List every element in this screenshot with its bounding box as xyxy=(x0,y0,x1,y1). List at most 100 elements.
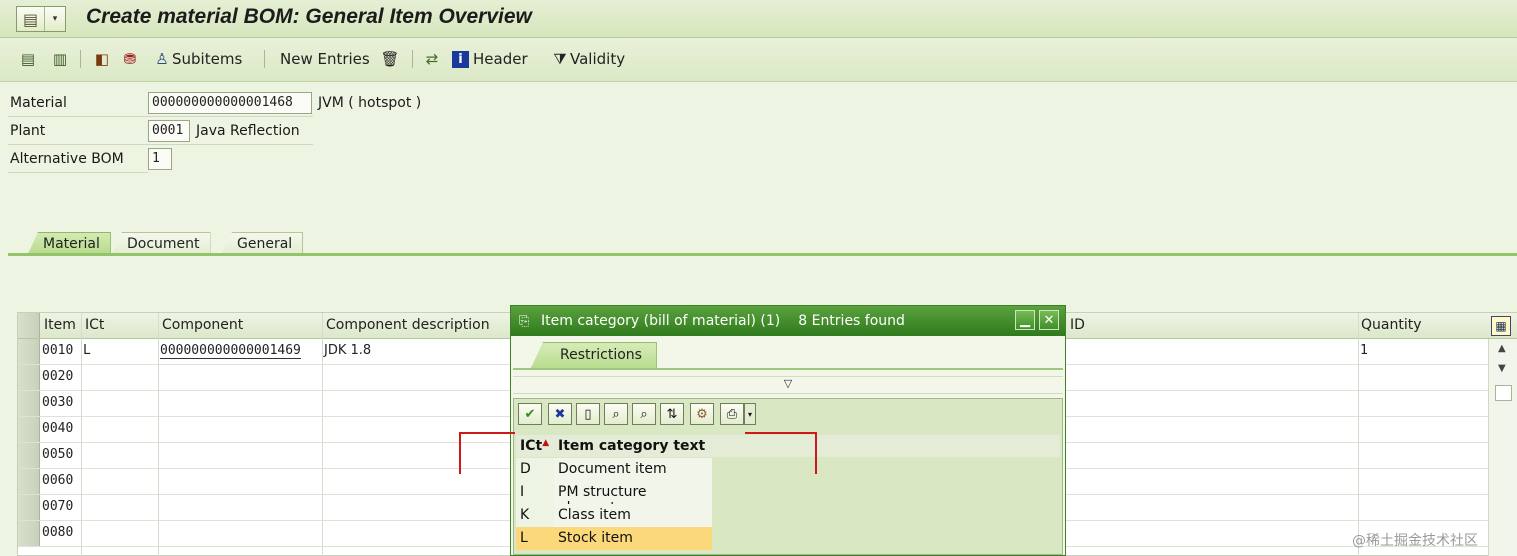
item-cell[interactable]: 0050 xyxy=(42,447,73,462)
tab-restrictions[interactable]: Restrictions xyxy=(531,342,657,368)
new-entries-label: New Entries xyxy=(280,50,370,68)
row-selector[interactable] xyxy=(18,339,40,364)
replace-button[interactable]: ⇄ xyxy=(422,47,442,71)
annotation-line xyxy=(459,432,515,434)
item-cell[interactable]: 0010 xyxy=(42,343,73,358)
system-menu-button[interactable]: ▤ ▾ xyxy=(16,6,66,32)
delete-button[interactable]: 🗑 xyxy=(380,47,400,71)
entry-text-selected[interactable]: Stock item xyxy=(554,527,712,550)
item-cell[interactable]: 0060 xyxy=(42,473,73,488)
ict-cell[interactable]: L xyxy=(83,343,91,358)
vertical-scrollbar[interactable]: ▲ ▼ xyxy=(1488,339,1517,556)
entry-code[interactable]: I xyxy=(516,481,554,504)
sort-ascending-icon: ▲ xyxy=(542,438,550,448)
checkmark-icon[interactable]: ✔ xyxy=(518,403,542,425)
component-description-cell: JDK 1.8 xyxy=(324,343,372,358)
next-screen-button[interactable]: ▥ xyxy=(50,47,70,71)
plant-description: Java Reflection xyxy=(196,123,300,139)
col-quantity[interactable]: Quantity xyxy=(1361,317,1422,333)
row-selector[interactable] xyxy=(18,417,40,442)
item-cell[interactable]: 0080 xyxy=(42,525,73,540)
row-selector[interactable] xyxy=(18,521,40,546)
application-toolbar: ▤ ▥ ◧ ⛃ ♙ Subitems New Entries 🗑 ⇄ i Heade… xyxy=(0,38,1517,82)
entry-code[interactable]: D xyxy=(516,458,554,481)
title-bar: ▤ ▾ Create material BOM: General Item Ov… xyxy=(0,0,1517,38)
plant-label: Plant xyxy=(10,123,46,139)
exchange-icon: ⇄ xyxy=(425,50,439,68)
select-all-cell[interactable] xyxy=(18,313,40,338)
find-next-icon[interactable]: ⌕ xyxy=(632,403,656,425)
ict-header-label: ICt xyxy=(520,438,543,454)
plant-field[interactable]: 0001 xyxy=(148,120,190,142)
expand-restrictions-icon[interactable]: ▽ xyxy=(513,376,1063,394)
new-entries-button[interactable]: New Entries xyxy=(280,47,370,71)
find-icon[interactable]: ⌕ xyxy=(604,403,628,425)
print-options-icon[interactable]: ▾ xyxy=(744,403,756,425)
col-component[interactable]: Component xyxy=(162,317,243,333)
stamp-button[interactable]: ⛃ xyxy=(120,47,140,71)
window-icon: ⎘ xyxy=(519,313,530,329)
minimize-icon[interactable]: ▁ xyxy=(1015,310,1035,330)
hit-list: ✔ ✖ ▯ ⌕ ⌕ ⇅ ⚙ ⎙ ▾ ICt▲ Item category tex… xyxy=(513,398,1063,555)
stamp-icon: ⛃ xyxy=(123,50,137,68)
header-label: Header xyxy=(473,50,528,68)
item-cell[interactable]: 0030 xyxy=(42,395,73,410)
print-icon[interactable]: ⎙ xyxy=(720,403,744,425)
header-button[interactable]: i Header xyxy=(452,47,528,71)
material-field[interactable]: 000000000000001468 xyxy=(148,92,312,114)
tab-material[interactable]: Material xyxy=(28,232,111,254)
material-label: Material xyxy=(10,95,67,111)
trash-icon: 🗑 xyxy=(380,50,400,68)
validity-label: Validity xyxy=(570,50,626,68)
person-icon: ♙ xyxy=(155,50,169,68)
sort-icon[interactable]: ⇅ xyxy=(660,403,684,425)
page-title: Create material BOM: General Item Overvi… xyxy=(86,5,532,28)
new-document-icon[interactable]: ▯ xyxy=(576,403,600,425)
row-selector[interactable] xyxy=(18,365,40,390)
personal-list-icon[interactable]: ⚙ xyxy=(690,403,714,425)
subitems-button[interactable]: ♙ Subitems xyxy=(152,47,242,71)
close-icon[interactable]: ✕ xyxy=(1039,310,1059,330)
alternative-bom-field[interactable]: 1 xyxy=(148,148,172,170)
row-selector[interactable] xyxy=(18,391,40,416)
subitems-label: Subitems xyxy=(172,50,243,68)
validity-button[interactable]: ⧩ Validity xyxy=(550,47,625,71)
entry-text[interactable]: PM structure element xyxy=(554,481,712,516)
entry-text[interactable]: Class item xyxy=(554,504,712,527)
component-cell[interactable]: 000000000000001469 xyxy=(160,343,301,359)
col-ict-header[interactable]: ICt▲ xyxy=(516,435,554,457)
item-cell[interactable]: 0070 xyxy=(42,499,73,514)
tab-document[interactable]: Document xyxy=(112,232,211,254)
row-selector[interactable] xyxy=(18,495,40,520)
item-cell[interactable]: 0040 xyxy=(42,421,73,436)
system-menu-icon: ▤ xyxy=(17,7,45,31)
row-selector[interactable] xyxy=(18,443,40,468)
alternative-bom-label: Alternative BOM xyxy=(10,151,124,167)
material-description: JVM ( hotspot ) xyxy=(318,95,422,111)
previous-screen-button[interactable]: ▤ xyxy=(18,47,38,71)
item-details-button[interactable]: ◧ xyxy=(92,47,112,71)
col-id[interactable]: ID xyxy=(1070,317,1085,333)
scroll-up-icon[interactable]: ▲ xyxy=(1498,343,1506,354)
popup-title: Item category (bill of material) (1) xyxy=(541,313,781,329)
entry-code[interactable]: K xyxy=(516,504,554,527)
scroll-thumb[interactable] xyxy=(1495,385,1512,401)
quantity-cell[interactable]: 1 xyxy=(1360,343,1368,358)
tab-general[interactable]: General xyxy=(222,232,304,254)
row-selector[interactable] xyxy=(18,469,40,494)
info-icon: i xyxy=(452,50,469,68)
item-category-popup: ⎘ Item category (bill of material) (1) 8… xyxy=(510,305,1066,556)
col-ict[interactable]: ICt xyxy=(85,317,104,333)
table-settings-icon[interactable]: ▦ xyxy=(1491,316,1511,336)
entry-code-selected[interactable]: L xyxy=(516,527,554,550)
scroll-down-icon[interactable]: ▼ xyxy=(1498,363,1506,374)
col-text-header[interactable]: Item category text xyxy=(554,435,1060,457)
entry-text[interactable]: Document item xyxy=(554,458,712,481)
item-cell[interactable]: 0020 xyxy=(42,369,73,384)
col-item[interactable]: Item xyxy=(44,317,76,333)
col-component-description[interactable]: Component description xyxy=(326,317,490,333)
cancel-icon[interactable]: ✖ xyxy=(548,403,572,425)
details-icon: ◧ xyxy=(94,50,110,68)
filter-icon: ⧩ xyxy=(553,50,567,68)
list-right-icon: ▥ xyxy=(52,50,68,68)
